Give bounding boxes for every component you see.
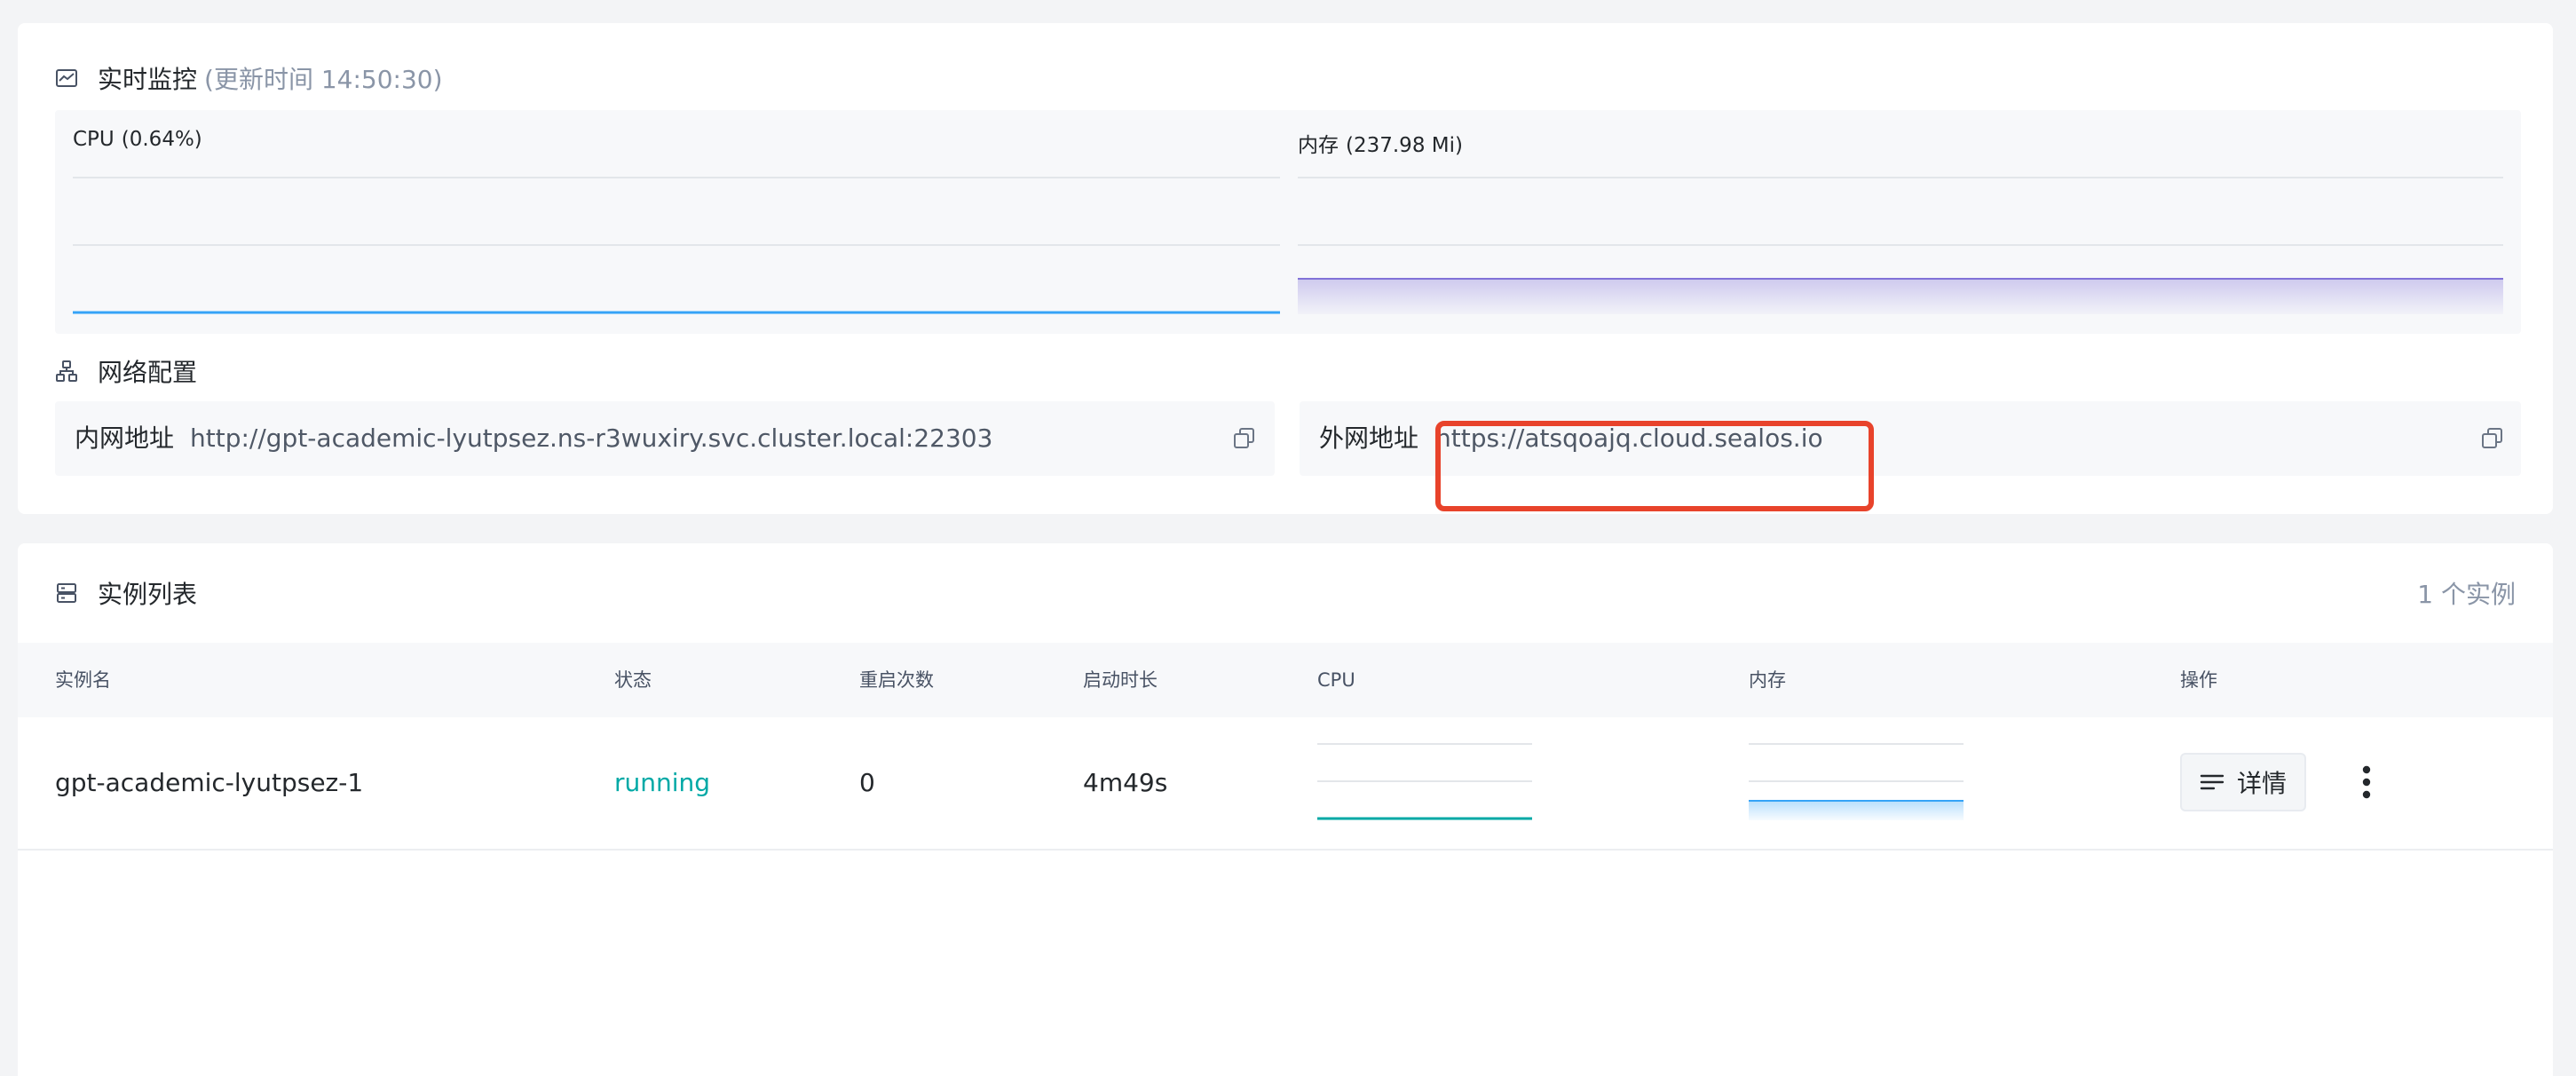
server-list-icon xyxy=(55,582,78,605)
instance-cpu-sparkline xyxy=(1317,743,1532,820)
more-options-icon[interactable] xyxy=(2349,762,2384,803)
external-address-highlight xyxy=(1435,421,1874,511)
instance-status: running xyxy=(614,768,711,797)
network-icon xyxy=(55,360,78,383)
instances-table-header: 实例名 状态 重启次数 启动时长 CPU 内存 操作 xyxy=(18,643,2553,717)
memory-value: (237.98 Mi) xyxy=(1346,134,1463,157)
cpu-label: CPU xyxy=(73,128,115,151)
instances-header: 实例列表 xyxy=(55,575,197,611)
instance-restarts: 0 xyxy=(859,768,875,797)
instance-uptime: 4m49s xyxy=(1083,768,1168,797)
list-lines-icon xyxy=(2200,773,2224,791)
memory-chart: 内存 (237.98 Mi) xyxy=(1298,110,2503,334)
network-title: 网络配置 xyxy=(98,358,198,387)
internal-address-value[interactable]: http://gpt-academic-lyutpsez.ns-r3wuxiry… xyxy=(190,401,992,476)
instances-card: 实例列表 1 个实例 实例名 状态 重启次数 启动时长 CPU 内存 操作 gp… xyxy=(18,543,2553,1076)
network-header: 网络配置 xyxy=(55,353,197,389)
column-header-restarts: 重启次数 xyxy=(859,669,934,691)
copy-icon[interactable] xyxy=(2480,426,2505,451)
memory-chart-plot xyxy=(1298,177,2503,314)
monitor-chart-area: CPU (0.64%) 内存 (237.98 Mi) xyxy=(55,110,2521,334)
instances-title: 实例列表 xyxy=(98,580,198,609)
detail-button[interactable]: 详情 xyxy=(2180,753,2306,811)
table-row: gpt-academic-lyutpsez-1 running 0 4m49s xyxy=(18,717,2553,851)
cpu-chart-plot xyxy=(73,177,1280,314)
internal-address-box: 内网地址 http://gpt-academic-lyutpsez.ns-r3w… xyxy=(55,401,1275,476)
monitor-card: 实时监控 (更新时间 14:50:30) CPU (0.64%) 内存 (237… xyxy=(18,23,2553,514)
column-header-name: 实例名 xyxy=(55,669,111,691)
instance-count: 1 个实例 xyxy=(2417,580,2516,609)
column-header-status: 状态 xyxy=(614,669,652,691)
memory-label: 内存 xyxy=(1298,134,1339,157)
monitor-icon xyxy=(55,67,78,90)
column-header-memory: 内存 xyxy=(1749,669,1786,691)
column-header-actions: 操作 xyxy=(2180,669,2217,691)
monitor-header: 实时监控 (更新时间 14:50:30) xyxy=(55,60,443,96)
external-address-label: 外网地址 xyxy=(1319,423,1419,453)
monitor-title: 实时监控 xyxy=(98,65,198,94)
column-header-cpu: CPU xyxy=(1317,669,1355,691)
memory-chart-label: 内存 (237.98 Mi) xyxy=(1298,128,1463,158)
detail-button-label: 详情 xyxy=(2236,769,2287,798)
copy-icon[interactable] xyxy=(1232,426,1257,451)
internal-address-label: 内网地址 xyxy=(75,423,175,453)
cpu-value: (0.64%) xyxy=(121,128,202,151)
instance-name: gpt-academic-lyutpsez-1 xyxy=(55,768,364,797)
column-header-uptime: 启动时长 xyxy=(1083,669,1158,691)
instance-memory-sparkline xyxy=(1749,743,1964,820)
cpu-chart-label: CPU (0.64%) xyxy=(73,128,202,151)
cpu-chart: CPU (0.64%) xyxy=(73,110,1280,334)
monitor-update-time: (更新时间 14:50:30) xyxy=(204,65,443,94)
